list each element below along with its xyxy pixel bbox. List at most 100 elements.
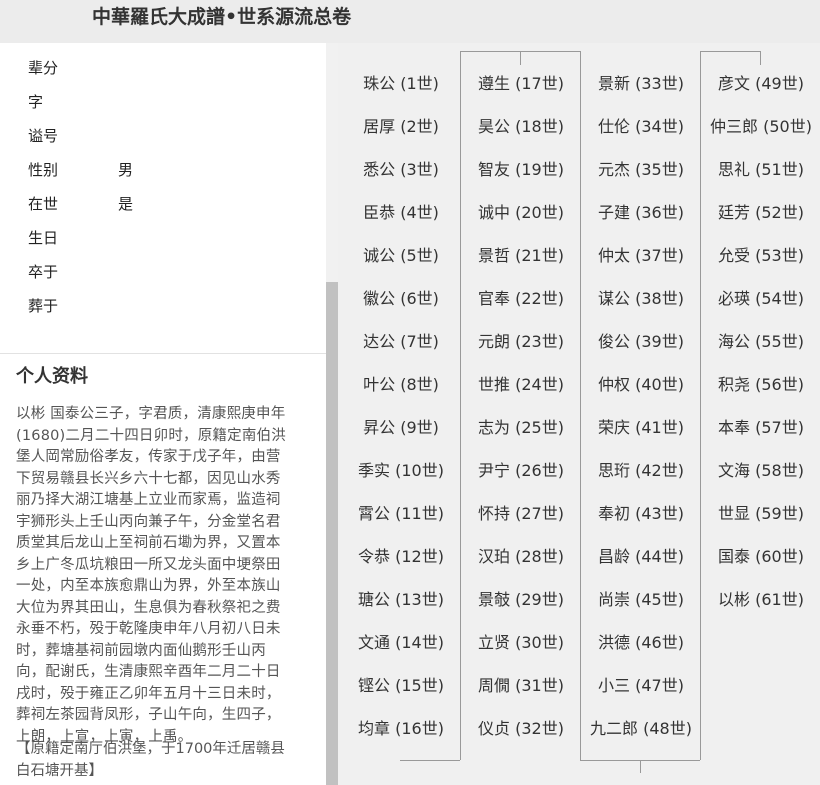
field-value: 是 <box>118 195 134 213</box>
field-posthumous-name: 谥号 <box>28 122 308 156</box>
field-label: 葬于 <box>28 297 59 315</box>
generation-entry[interactable]: 珠公 (1世) <box>363 74 439 94</box>
generation-entry[interactable]: 积尧 (56世) <box>718 375 804 395</box>
bio-text: 以彬 国泰公三子，字君质，清康熙庚申年 (1680)二月二十四日卯时，原籍定南伯… <box>16 406 286 745</box>
field-generation: 辈分 <box>28 54 308 88</box>
generation-entry[interactable]: 文海 (58世) <box>718 461 804 481</box>
generation-entry[interactable]: 臣恭 (4世) <box>363 203 439 223</box>
generation-entry[interactable]: 文通 (14世) <box>358 633 444 653</box>
generation-entry[interactable]: 怀持 (27世) <box>478 504 564 524</box>
bio-heading: 个人资料 <box>16 366 88 387</box>
generation-entry[interactable]: 荣庆 (41世) <box>598 418 684 438</box>
connector-stub <box>520 51 521 65</box>
generation-entry[interactable]: 立贤 (30世) <box>478 633 564 653</box>
generation-entry[interactable]: 汉珀 (28世) <box>478 547 564 567</box>
generation-entry[interactable]: 景哲 (21世) <box>478 246 564 266</box>
generation-entry[interactable]: 志为 (25世) <box>478 418 564 438</box>
field-label: 性别 <box>28 161 59 179</box>
generation-entry[interactable]: 季实 (10世) <box>358 461 444 481</box>
generation-entry[interactable]: 达公 (7世) <box>363 332 439 352</box>
generation-entry[interactable]: 尚崇 (45世) <box>598 590 684 610</box>
generation-entry[interactable]: 昊公 (18世) <box>478 117 564 137</box>
generation-entry[interactable]: 洪德 (46世) <box>598 633 684 653</box>
generation-entry[interactable]: 允受 (53世) <box>718 246 804 266</box>
field-death: 卒于 <box>28 258 308 292</box>
generation-entry[interactable]: 仲太 (37世) <box>598 246 684 266</box>
section-divider <box>0 353 326 354</box>
generation-entry[interactable]: 尹宁 (26世) <box>478 461 564 481</box>
profile-fields: 辈分 字 谥号 性别 男 在世 是 生日 卒于 葬于 <box>28 54 308 326</box>
connector-line <box>700 51 701 760</box>
field-burial: 葬于 <box>28 292 308 326</box>
generation-entry[interactable]: 官奉 (22世) <box>478 289 564 309</box>
field-label: 字 <box>28 93 44 111</box>
generation-entry[interactable]: 诚公 (5世) <box>363 246 439 266</box>
connector-join <box>520 51 580 52</box>
connector-join <box>400 760 460 761</box>
generation-entry[interactable]: 九二郎 (48世) <box>590 719 692 739</box>
field-label: 卒于 <box>28 263 59 281</box>
field-courtesy-name: 字 <box>28 88 308 122</box>
field-gender: 性别 男 <box>28 156 308 190</box>
generation-entry[interactable]: 谋公 (38世) <box>598 289 684 309</box>
profile-scrollbar[interactable] <box>326 43 338 785</box>
generation-entry[interactable]: 海公 (55世) <box>718 332 804 352</box>
connector-join <box>580 760 640 761</box>
field-label: 生日 <box>28 229 59 247</box>
generation-entry[interactable]: 仲三郎 (50世) <box>710 117 812 137</box>
generation-entry[interactable]: 铿公 (15世) <box>358 676 444 696</box>
generation-entry[interactable]: 必瑛 (54世) <box>718 289 804 309</box>
generation-entry[interactable]: 仪贞 (32世) <box>478 719 564 739</box>
generation-entry[interactable]: 令恭 (12世) <box>358 547 444 567</box>
generation-entry[interactable]: 思礼 (51世) <box>718 160 804 180</box>
generation-entry[interactable]: 彦文 (49世) <box>718 74 804 94</box>
generation-entry[interactable]: 子建 (36世) <box>598 203 684 223</box>
generation-entry[interactable]: 昇公 (9世) <box>363 418 439 438</box>
generation-entry[interactable]: 徽公 (6世) <box>363 289 439 309</box>
generation-entry[interactable]: 霄公 (11世) <box>358 504 444 524</box>
connector-join <box>460 51 520 52</box>
generation-entry[interactable]: 叶公 (8世) <box>363 375 439 395</box>
generation-entry[interactable]: 仲权 (40世) <box>598 375 684 395</box>
connector-stub <box>760 51 761 65</box>
generation-entry[interactable]: 元杰 (35世) <box>598 160 684 180</box>
generation-entry[interactable]: 廷芳 (52世) <box>718 203 804 223</box>
generation-entry[interactable]: 国泰 (60世) <box>718 547 804 567</box>
profile-panel: 辈分 字 谥号 性别 男 在世 是 生日 卒于 葬于 个人资料 以彬 国泰公三子… <box>0 43 326 785</box>
generation-entry[interactable]: 景攲 (29世) <box>478 590 564 610</box>
generation-entry[interactable]: 思珩 (42世) <box>598 461 684 481</box>
generation-entry[interactable]: 遵生 (17世) <box>478 74 564 94</box>
generation-entry[interactable]: 悉公 (3世) <box>363 160 439 180</box>
connector-line <box>460 51 461 760</box>
generation-entry[interactable]: 智友 (19世) <box>478 160 564 180</box>
connector-line <box>580 51 581 760</box>
field-label: 谥号 <box>28 127 59 145</box>
page-title: 中華羅氏大成譜•世系源流总卷 <box>92 6 352 28</box>
generation-entry[interactable]: 均章 (16世) <box>358 719 444 739</box>
header-bar: 中華羅氏大成譜•世系源流总卷 <box>0 0 820 43</box>
generation-entry[interactable]: 世显 (59世) <box>718 504 804 524</box>
generation-entry[interactable]: 本奉 (57世) <box>718 418 804 438</box>
field-living: 在世 是 <box>28 190 308 224</box>
generation-entry[interactable]: 小三 (47世) <box>598 676 684 696</box>
field-value: 男 <box>118 161 134 179</box>
generation-entry[interactable]: 诚中 (20世) <box>478 203 564 223</box>
generation-entry[interactable]: 以彬 (61世) <box>718 590 804 610</box>
generation-entry[interactable]: 瑭公 (13世) <box>358 590 444 610</box>
connector-stub <box>640 760 641 773</box>
generation-entry[interactable]: 奉初 (43世) <box>598 504 684 524</box>
field-label: 在世 <box>28 195 59 213</box>
generation-entry[interactable]: 元朗 (23世) <box>478 332 564 352</box>
generation-entry[interactable]: 俊公 (39世) <box>598 332 684 352</box>
bio-note: 【原籍定南厅伯洪堡，于1700年迁居赣县 白石塘开基】 <box>16 741 285 779</box>
generation-entry[interactable]: 世推 (24世) <box>478 375 564 395</box>
generation-entry[interactable]: 仕伦 (34世) <box>598 117 684 137</box>
lineage-tree: 珠公 (1世) 居厚 (2世) 悉公 (3世) 臣恭 (4世) 诚公 (5世) 徽公 (6… <box>338 43 820 785</box>
generation-entry[interactable]: 周僩 (31世) <box>478 676 564 696</box>
generation-entry[interactable]: 居厚 (2世) <box>363 117 439 137</box>
generation-entry[interactable]: 景新 (33世) <box>598 74 684 94</box>
field-label: 辈分 <box>28 59 59 77</box>
scrollbar-thumb[interactable] <box>326 282 338 785</box>
field-birth: 生日 <box>28 224 308 258</box>
generation-entry[interactable]: 昌龄 (44世) <box>598 547 684 567</box>
